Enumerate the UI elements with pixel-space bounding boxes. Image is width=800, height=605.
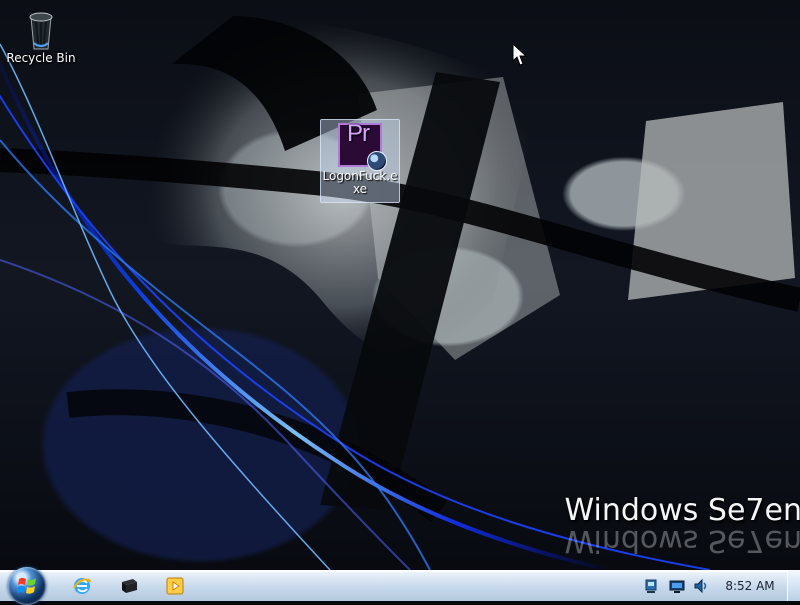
windows-flag-icon [17,577,36,594]
show-desktop-button[interactable] [787,571,800,601]
volume-icon[interactable] [693,578,709,594]
pr-glyph: Pr [347,120,370,147]
windows-seven-logo-reflection: Windows Se7en [564,523,800,558]
network-icon[interactable] [643,578,659,594]
wallpaper [0,15,800,570]
taskbar-clock[interactable]: 8:52 AM [715,579,785,593]
logonfuck-exe-shortcut[interactable]: Pr LogonFuck.exe [320,119,400,203]
premiere-pro-icon: Pr [338,120,387,171]
globe-badge-icon [367,151,387,171]
media-player-icon[interactable] [165,576,185,596]
start-button[interactable] [8,567,46,605]
taskbar[interactable]: 8:52 AM [0,567,800,605]
mouse-cursor-icon [512,43,528,66]
logonfuck-exe-label: LogonFuck.exe [322,169,398,196]
recycle-bin-label: Recycle Bin [6,51,76,65]
recycle-bin-icon [29,12,53,50]
command-prompt-icon[interactable] [119,576,139,596]
recycle-bin-shortcut[interactable]: Recycle Bin [0,10,82,65]
internet-explorer-icon[interactable] [72,576,92,596]
display-icon[interactable] [669,578,685,594]
desktop[interactable]: Recycle Bin Pr LogonFuck.exe Windows Se7… [0,0,800,570]
